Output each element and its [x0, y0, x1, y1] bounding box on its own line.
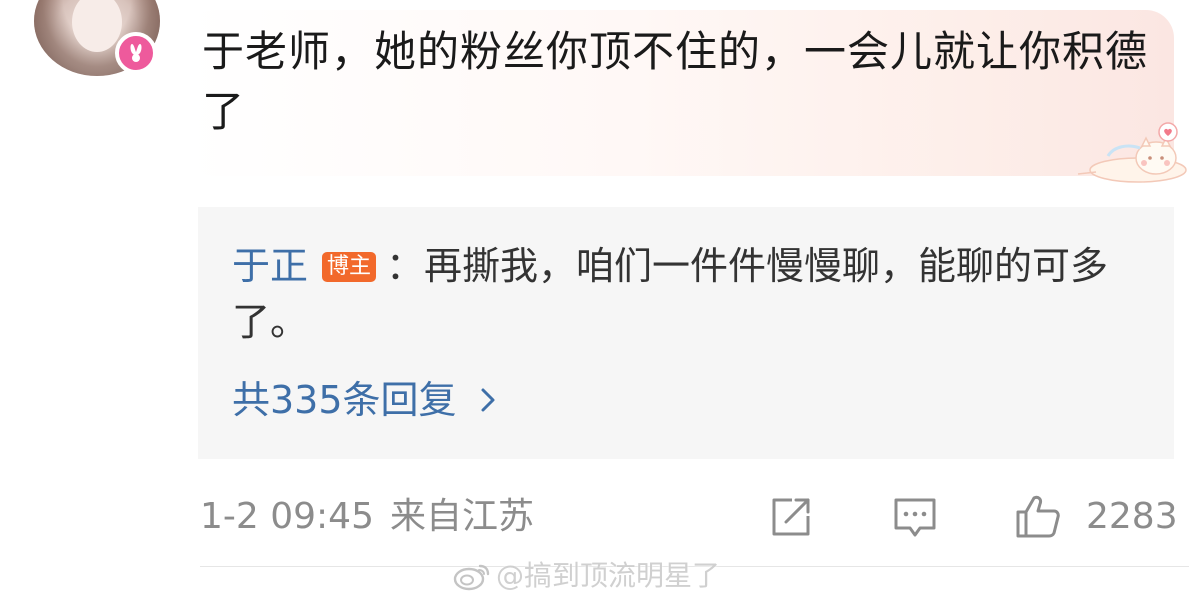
rabbit-vip-icon	[115, 32, 157, 74]
like-count: 2283	[1086, 496, 1178, 537]
comment-meta: 1-2 09:45 来自江苏	[200, 494, 534, 540]
weibo-logo-icon	[453, 564, 490, 591]
reply-separator: ：	[386, 244, 425, 288]
reply-count-label: 共335条回复	[232, 378, 457, 422]
weibo-comment-card: 于老师，她的粉丝你顶不住的，一会儿就让你积德了 于正 博主 ：再撕我，咱们一件件慢慢…	[0, 0, 1189, 604]
comment-icon[interactable]	[890, 492, 940, 540]
comment-date: 1-2 09:45	[200, 496, 374, 537]
reply-preview-line: 于正 博主 ：再撕我，咱们一件件慢慢聊，能聊的可多了。	[232, 238, 1152, 350]
share-icon[interactable]	[766, 492, 816, 540]
thumbs-up-icon[interactable]	[1012, 492, 1062, 540]
author-badge: 博主	[322, 252, 377, 282]
chevron-right-icon	[481, 388, 495, 412]
cat-sticker-icon	[1077, 122, 1187, 183]
watermark: @搞到顶流明星了	[452, 558, 720, 594]
view-replies-link[interactable]: 共335条回复	[232, 372, 497, 428]
comment-text: 于老师，她的粉丝你顶不住的，一会儿就让你积德了	[202, 27, 1149, 136]
watermark-text: @搞到顶流明星了	[496, 559, 721, 592]
reply-author-name[interactable]: 于正	[232, 244, 308, 288]
comment-location: 来自江苏	[390, 496, 535, 537]
